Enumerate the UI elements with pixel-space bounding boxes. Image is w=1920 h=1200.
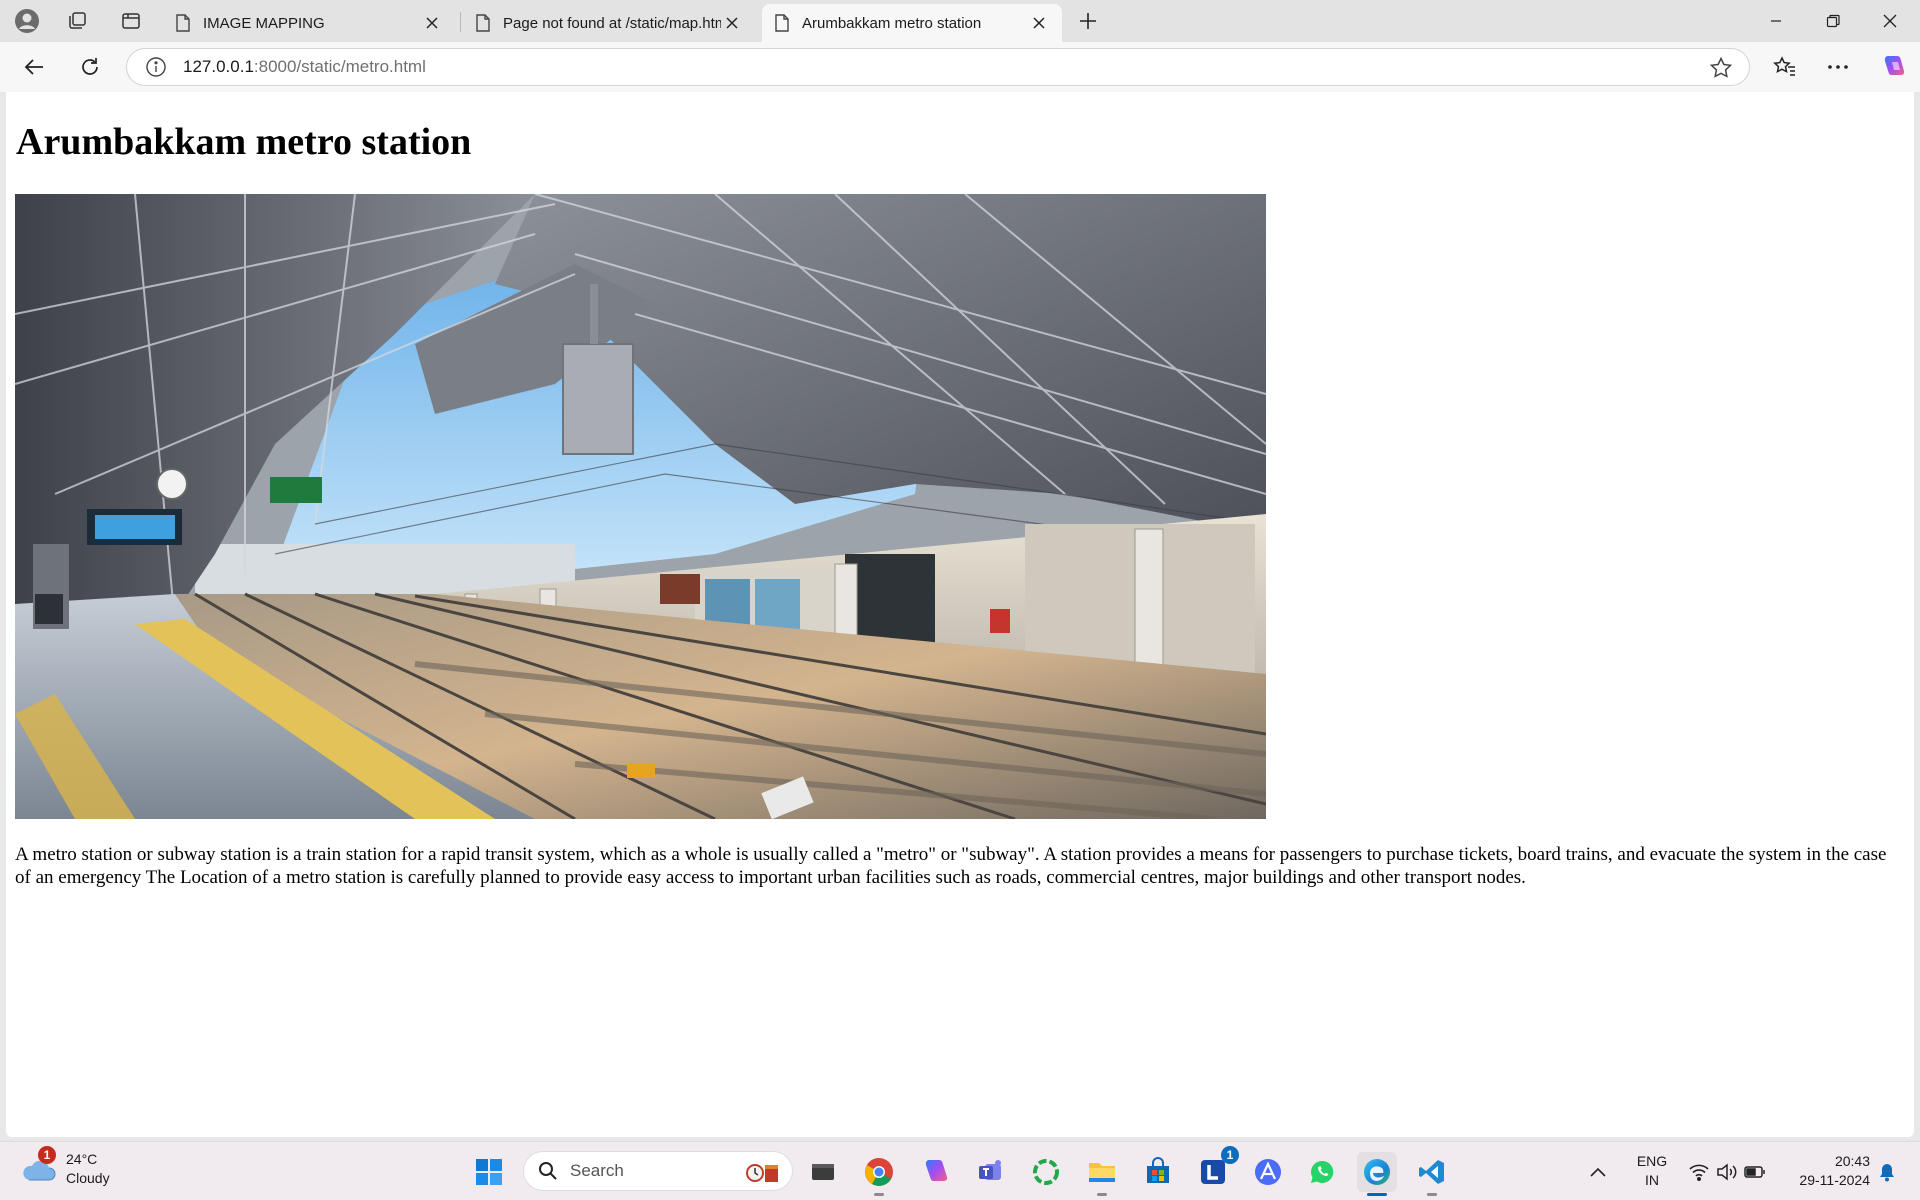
page-icon [476, 14, 490, 32]
weather-temperature: 24°C [66, 1151, 98, 1167]
taskbar-app-vscode[interactable] [1412, 1152, 1452, 1196]
taskbar: 1 24°C Cloudy Search 1 ENG IN 20:43 29-1… [0, 1141, 1920, 1200]
page-icon [176, 14, 190, 32]
clock-date: 29-11-2024 [1799, 1172, 1870, 1188]
bell-icon [1880, 1164, 1894, 1182]
taskbar-app-whatsapp[interactable] [1302, 1152, 1342, 1192]
more-options-icon[interactable] [1820, 49, 1856, 85]
running-indicator [1097, 1193, 1107, 1196]
l-app-badge: 1 [1221, 1146, 1239, 1164]
taskbar-app-store[interactable] [1138, 1152, 1178, 1192]
taskbar-app-explorer[interactable] [1082, 1152, 1122, 1196]
refresh-icon[interactable] [72, 49, 108, 85]
tab-actions-icon[interactable] [115, 6, 147, 36]
close-icon[interactable] [1028, 12, 1050, 34]
copilot-app-icon [925, 1160, 948, 1181]
tab-image-mapping[interactable]: IMAGE MAPPING [163, 4, 455, 42]
taskbar-app-circle[interactable] [1026, 1152, 1066, 1192]
weather-condition: Cloudy [66, 1170, 110, 1186]
search-icon [539, 1162, 557, 1180]
tab-title: Arumbakkam metro station [802, 14, 982, 32]
page-heading: Arumbakkam metro station [16, 121, 472, 163]
new-tab-icon[interactable] [1072, 6, 1104, 36]
start-button[interactable] [469, 1152, 509, 1192]
weather-badge: 1 [38, 1146, 56, 1164]
language-code: ENG [1636, 1153, 1668, 1169]
description-paragraph: A metro station or subway station is a t… [15, 844, 1887, 888]
language-indicator[interactable]: ENG IN [1630, 1152, 1674, 1190]
running-indicator [1427, 1193, 1437, 1196]
back-icon[interactable] [16, 49, 52, 85]
weather-widget[interactable]: 1 24°C Cloudy [20, 1146, 110, 1188]
metro-station-image [15, 194, 1266, 819]
browser-toolbar: 127.0.0.1:8000/static/metro.html [0, 42, 1920, 92]
wifi-icon [1689, 1164, 1709, 1181]
taskbar-app-terminal[interactable] [803, 1152, 843, 1192]
quick-settings[interactable] [1682, 1152, 1772, 1192]
clock-time: 20:43 [1834, 1153, 1870, 1169]
taskbar-app-chrome[interactable] [859, 1152, 899, 1196]
taskbar-search[interactable]: Search [523, 1151, 793, 1191]
page-icon [775, 14, 789, 32]
windows-start-icon [476, 1159, 502, 1185]
running-indicator [874, 1193, 884, 1196]
store-icon [1147, 1157, 1169, 1183]
url-rest: :8000/static/metro.html [253, 57, 426, 76]
chrome-icon [865, 1158, 893, 1186]
close-window-icon[interactable] [1862, 0, 1918, 42]
clock[interactable]: 20:43 29-11-2024 [1780, 1152, 1870, 1190]
close-icon[interactable] [721, 12, 743, 34]
tab-title: IMAGE MAPPING [203, 14, 325, 32]
battery-icon [1744, 1166, 1765, 1178]
tab-separator [460, 12, 461, 32]
url-text[interactable]: 127.0.0.1:8000/static/metro.html [183, 57, 426, 77]
tab-page-not-found[interactable]: Page not found at /static/map.htm [463, 4, 755, 42]
circle-app-icon [1033, 1159, 1059, 1185]
favorite-star-icon[interactable] [1709, 56, 1733, 80]
tab-strip: IMAGE MAPPING Page not found at /static/… [0, 0, 1920, 42]
vscode-icon [1419, 1160, 1444, 1184]
close-icon[interactable] [421, 12, 443, 34]
restore-icon[interactable] [1805, 0, 1861, 42]
teams-icon [979, 1160, 1001, 1180]
profile-icon[interactable] [11, 6, 43, 36]
running-indicator [1367, 1193, 1387, 1196]
taskbar-app-edge[interactable] [1357, 1152, 1397, 1196]
search-placeholder: Search [570, 1161, 624, 1180]
copilot-icon[interactable] [1875, 49, 1911, 85]
taskbar-app-l[interactable]: 1 [1193, 1146, 1239, 1192]
whatsapp-icon [1311, 1160, 1334, 1183]
tab-title: Page not found at /static/map.htm [503, 14, 721, 32]
taskbar-app-copilot[interactable] [915, 1152, 955, 1192]
tab-arumbakkam[interactable]: Arumbakkam metro station [762, 4, 1062, 42]
minimize-icon[interactable] [1748, 0, 1804, 42]
file-explorer-dark-icon [812, 1164, 834, 1180]
notifications-button[interactable] [1872, 1152, 1902, 1192]
site-info-icon[interactable] [145, 56, 167, 78]
vector-app-icon [1255, 1159, 1281, 1185]
taskbar-app-teams[interactable] [971, 1152, 1011, 1192]
page-content: Arumbakkam metro station A metro station… [6, 92, 1914, 1137]
favorites-icon[interactable] [1767, 49, 1803, 85]
volume-icon [1717, 1163, 1737, 1181]
edge-icon [1364, 1159, 1390, 1185]
chevron-up-icon [1590, 1167, 1606, 1177]
taskbar-app-vector[interactable] [1248, 1152, 1288, 1192]
url-host: 127.0.0.1 [183, 57, 254, 76]
show-hidden-icons[interactable] [1583, 1152, 1613, 1192]
search-highlight-icon [746, 1164, 778, 1182]
file-explorer-icon [1089, 1163, 1115, 1182]
language-region: IN [1645, 1172, 1659, 1188]
address-bar[interactable]: 127.0.0.1:8000/static/metro.html [126, 48, 1750, 86]
workspaces-icon[interactable] [61, 6, 93, 36]
